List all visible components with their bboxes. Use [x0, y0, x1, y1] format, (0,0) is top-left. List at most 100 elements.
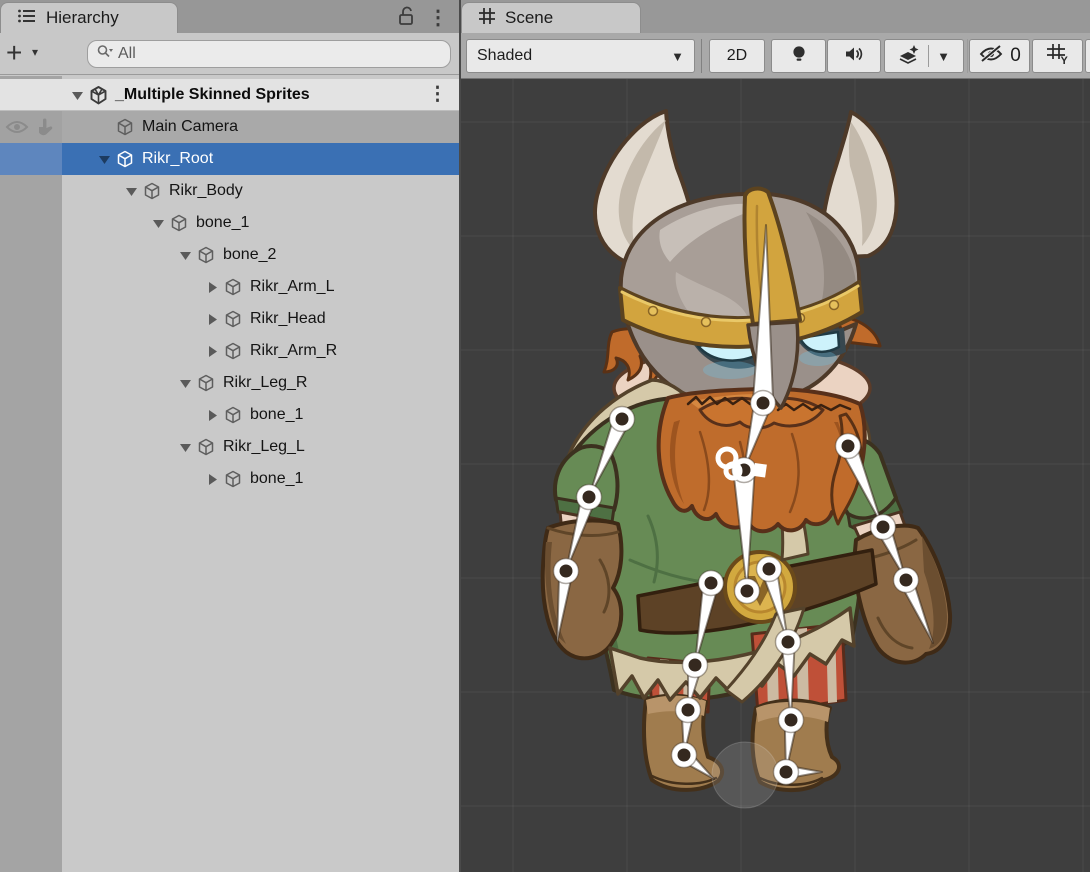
search-icon [96, 44, 114, 65]
bone-joint-dot [678, 749, 691, 762]
tab-hierarchy[interactable]: Hierarchy [0, 2, 178, 33]
gameobject-cube-icon [224, 310, 242, 328]
row-label: Rikr_Leg_R [223, 367, 307, 399]
bone-joint-dot [785, 714, 798, 727]
unity-editor-window: Hierarchy ⋮ + ▾ [0, 0, 1090, 872]
scene-grid-icon [478, 7, 496, 30]
bone-joint-dot [900, 574, 913, 587]
hierarchy-row-rikr-root[interactable]: Rikr_Root [0, 143, 459, 175]
bone-joint-dot [741, 585, 754, 598]
row-label: bone_1 [250, 399, 303, 431]
hierarchy-row-rikr-leg-r[interactable]: Rikr_Leg_R [0, 367, 459, 399]
gameobject-cube-icon [224, 342, 242, 360]
hierarchy-menu-icon[interactable]: ⋮ [428, 5, 448, 30]
foldout-open-icon[interactable] [176, 367, 194, 399]
gameobject-cube-icon [224, 470, 242, 488]
hierarchy-row-rikr-leg-l[interactable]: Rikr_Leg_L [0, 431, 459, 463]
hierarchy-panel: Hierarchy ⋮ + ▾ [0, 0, 461, 872]
row-label: Rikr_Arm_R [250, 335, 337, 367]
foldout-closed-icon[interactable] [203, 463, 221, 495]
foldout-open-icon[interactable] [122, 175, 140, 207]
draw-mode-dropdown[interactable]: Shaded ▼ [466, 39, 695, 73]
row-label: Main Camera [142, 111, 238, 143]
band-rivet [830, 301, 839, 310]
gameobject-cube-icon [224, 406, 242, 424]
add-object-button[interactable]: + [6, 35, 22, 71]
foldout-open-icon[interactable] [95, 143, 113, 175]
gameobject-cube-icon [170, 214, 188, 232]
2d-mode-button[interactable]: 2D [709, 39, 765, 73]
2d-mode-label: 2D [727, 47, 747, 65]
hierarchy-tabbar: Hierarchy ⋮ [0, 0, 459, 33]
hierarchy-row-rikr-head[interactable]: Rikr_Head [0, 303, 459, 335]
foldout-open-icon[interactable] [149, 207, 167, 239]
hierarchy-row--multiple-skinned-sprites[interactable]: _Multiple Skinned Sprites ⋮ [0, 79, 459, 111]
row-label: Rikr_Arm_L [250, 271, 334, 303]
lightbulb-icon [790, 44, 808, 69]
foldout-closed-icon[interactable] [203, 335, 221, 367]
hierarchy-tree: _Multiple Skinned Sprites⋮Main CameraRik… [0, 76, 459, 872]
sprite-handle-square[interactable] [753, 463, 767, 478]
row-picking-hand-icon[interactable] [33, 117, 55, 137]
scene-render [461, 79, 1090, 872]
add-object-dropdown-icon[interactable]: ▾ [32, 45, 38, 59]
button-inner-separator [928, 45, 929, 67]
band-rivet [649, 307, 658, 316]
hierarchy-row-bone-1[interactable]: bone_1 [0, 207, 459, 239]
hierarchy-list-icon [17, 7, 37, 30]
scene-audio-button[interactable] [827, 39, 881, 73]
scene-lighting-button[interactable] [771, 39, 826, 73]
speaker-icon [844, 45, 864, 68]
foldout-closed-icon[interactable] [203, 271, 221, 303]
hierarchy-row-bone-1[interactable]: bone_1 [0, 463, 459, 495]
tab-scene-label: Scene [505, 8, 553, 28]
band-rivet [702, 318, 711, 327]
grid-settings-button[interactable]: Y [1032, 39, 1083, 73]
row-label: Rikr_Body [169, 175, 243, 207]
foldout-closed-icon[interactable] [203, 399, 221, 431]
row-label: _Multiple Skinned Sprites [115, 79, 310, 111]
effects-icon [898, 44, 920, 69]
hierarchy-row-bone-1[interactable]: bone_1 [0, 399, 459, 431]
hierarchy-row-rikr-arm-r[interactable]: Rikr_Arm_R [0, 335, 459, 367]
chevron-down-icon: ▼ [937, 49, 950, 64]
foldout-closed-icon[interactable] [203, 303, 221, 335]
bone-joint-dot [705, 577, 718, 590]
bone-joint-dot [763, 563, 776, 576]
bone-joint-dot [782, 636, 795, 649]
tab-hierarchy-label: Hierarchy [46, 8, 119, 28]
gameobject-cube-icon [116, 118, 134, 136]
scene-effects-dropdown[interactable]: ▼ [884, 39, 964, 73]
row-visibility-eye-icon[interactable] [5, 117, 27, 137]
scene-panel: Scene Shaded ▼ 2D [461, 0, 1090, 872]
bone-joint-dot [689, 659, 702, 672]
gameobject-cube-icon [197, 374, 215, 392]
hierarchy-search-input[interactable]: All [87, 40, 451, 68]
scene-tabbar: Scene [461, 0, 1090, 33]
row-label: Rikr_Root [142, 143, 213, 175]
scene-context-menu-icon[interactable]: ⋮ [428, 79, 447, 111]
svg-text:Y: Y [1060, 55, 1068, 65]
hierarchy-row-main-camera[interactable]: Main Camera [0, 111, 459, 143]
foldout-open-icon[interactable] [176, 431, 194, 463]
hierarchy-row-rikr-body[interactable]: Rikr_Body [0, 175, 459, 207]
foldout-open-icon[interactable] [68, 79, 86, 111]
bone-joint-dot [757, 397, 770, 410]
pivot-disc-gizmo[interactable] [712, 742, 778, 808]
scene-viewport[interactable] [461, 79, 1090, 872]
bone-joint-dot [583, 491, 596, 504]
row-label: bone_2 [223, 239, 276, 271]
bone-joint-dot [877, 521, 890, 534]
unity-scene-icon [89, 86, 107, 104]
bone-joint-dot [560, 565, 573, 578]
bone-joint-dot [616, 413, 629, 426]
hierarchy-row-rikr-arm-l[interactable]: Rikr_Arm_L [0, 271, 459, 303]
bone-joint-dot [780, 766, 793, 779]
eye-glow-left [703, 361, 757, 379]
foldout-open-icon[interactable] [176, 239, 194, 271]
gameobject-cube-icon [197, 438, 215, 456]
tab-scene[interactable]: Scene [461, 2, 641, 33]
scene-visibility-button[interactable]: 0 [969, 39, 1030, 73]
lock-icon[interactable] [396, 5, 416, 27]
hierarchy-row-bone-2[interactable]: bone_2 [0, 239, 459, 271]
